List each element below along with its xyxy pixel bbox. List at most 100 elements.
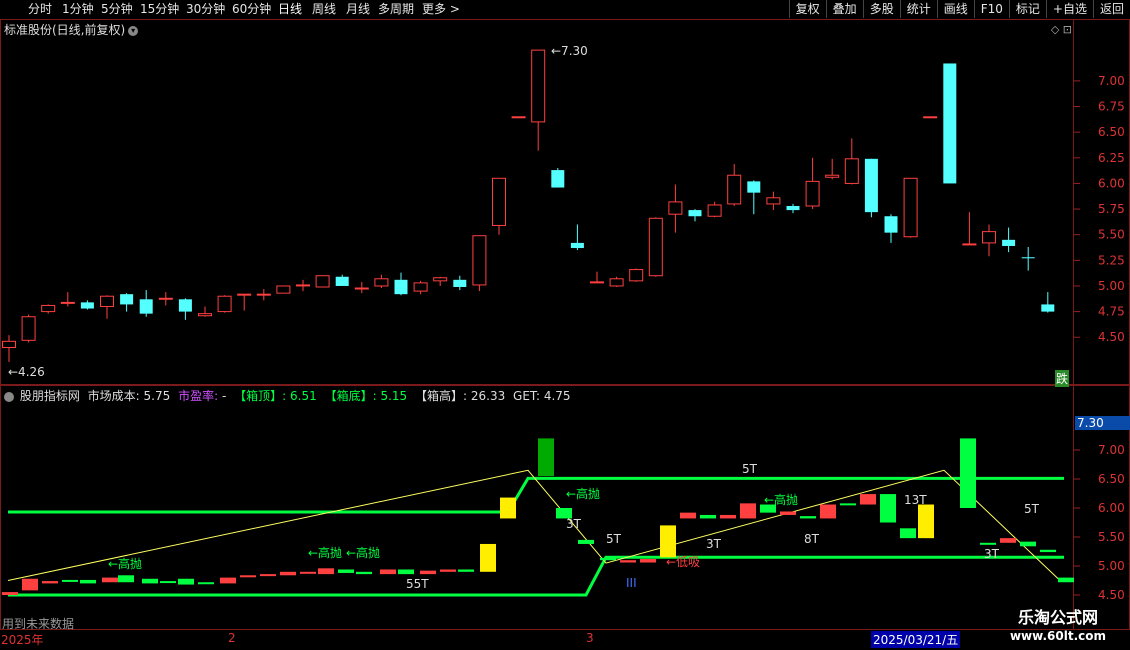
- price-axis-label: 5.50: [1098, 228, 1125, 242]
- candle-body: [629, 269, 644, 282]
- candle-body: [609, 278, 624, 287]
- current-price-box: 7.30: [1075, 416, 1130, 430]
- candle-body: [198, 313, 212, 317]
- candle-body: [570, 242, 584, 249]
- candle-body: [413, 282, 428, 292]
- candle-body: [805, 180, 820, 207]
- indicator-annotation: 5T: [1024, 502, 1040, 516]
- candle-body: [354, 287, 369, 290]
- candle-body: [453, 279, 467, 287]
- price-axis-label: 5.00: [1098, 279, 1125, 293]
- indicator-bar: [980, 542, 996, 545]
- indicator-bar: [1000, 538, 1016, 543]
- indicator-bar: [356, 571, 372, 575]
- candle-body: [923, 116, 938, 119]
- indicator-bar: [102, 577, 118, 583]
- indicator-bar: [280, 571, 296, 576]
- candle-body: [237, 293, 252, 296]
- indicator-bar: [142, 578, 158, 584]
- date-axis-label-feb: 2: [228, 631, 236, 645]
- indicator-axis-label: 5.50: [1098, 530, 1125, 544]
- candle-body: [120, 294, 134, 305]
- candle-body: [707, 204, 722, 217]
- indicator-bar: [620, 560, 636, 563]
- indicator-bar: [380, 569, 396, 575]
- candle-body: [727, 174, 742, 205]
- price-axis-label: 4.50: [1098, 330, 1125, 344]
- candle-body: [178, 299, 192, 312]
- indicator-bar: [178, 578, 194, 585]
- indicator-bar: [1040, 549, 1056, 553]
- indicator-bar: [338, 569, 354, 573]
- indicator-annotation: 55T: [406, 577, 429, 591]
- indicator-bar: [480, 543, 496, 572]
- candle-body: [688, 210, 702, 217]
- candle-body: [374, 278, 389, 287]
- market-cost-line: [7, 469, 1061, 581]
- candle-body: [296, 284, 310, 287]
- price-axis-label: 7.00: [1098, 74, 1125, 88]
- date-axis: [0, 630, 1130, 650]
- candle-body: [256, 293, 271, 296]
- indicator-bar: [1020, 541, 1036, 547]
- price-axis-label: 6.25: [1098, 151, 1125, 165]
- price-axis-label: 6.50: [1098, 125, 1125, 139]
- indicator-bar: [960, 438, 976, 508]
- indicator-bar: [740, 503, 756, 519]
- candle-body: [844, 158, 859, 184]
- candle-body: [943, 63, 957, 184]
- indicator-bar: [42, 581, 58, 584]
- low-price-marker: ←4.26: [8, 365, 45, 379]
- candle-body: [648, 217, 663, 277]
- indicator-annotation: ←高抛: [308, 545, 342, 560]
- candle-body: [158, 297, 173, 300]
- indicator-annotation: ←高抛: [566, 486, 600, 501]
- candle-body: [962, 243, 977, 246]
- indicator-bar: [780, 511, 796, 515]
- indicator-annotation: 3T: [706, 537, 722, 551]
- candle-body: [903, 177, 918, 238]
- indicator-annotation: 5T: [742, 462, 758, 476]
- candle-body: [21, 316, 36, 341]
- candle-body: [531, 49, 546, 123]
- candle-body: [668, 201, 683, 215]
- candle-body: [315, 275, 330, 288]
- indicator-bar: [660, 525, 676, 558]
- indicator-annotation: III: [626, 576, 637, 590]
- indicator-bar: [640, 559, 656, 563]
- indicator-annotation: ←低吸: [666, 555, 700, 569]
- candle-body: [100, 295, 114, 307]
- indicator-bar: [700, 514, 716, 519]
- price-axis-label: 5.25: [1098, 253, 1125, 267]
- candle-body: [394, 279, 408, 295]
- date-axis-label-year: 2025年: [1, 633, 44, 647]
- high-price-marker: ←7.30: [551, 44, 588, 58]
- indicator-bar: [578, 539, 594, 544]
- indicator-annotation: ←高抛: [346, 545, 380, 560]
- indicator-annotation: ←高抛: [108, 556, 142, 571]
- price-axis-label: 6.75: [1098, 100, 1125, 114]
- candle-body: [1021, 257, 1035, 259]
- date-axis-label-mar: 3: [586, 631, 594, 645]
- candle-body: [766, 197, 781, 205]
- candle-body: [590, 281, 604, 284]
- candle-body: [1041, 304, 1055, 312]
- indicator-axis-label: 5.00: [1098, 559, 1125, 573]
- price-axis-label: 4.75: [1098, 305, 1125, 319]
- candle-body: [472, 235, 487, 286]
- candle-body: [825, 174, 840, 178]
- indicator-bar: [2, 592, 18, 595]
- indicator-axis-label: 6.00: [1098, 501, 1125, 515]
- candle-body: [80, 302, 94, 309]
- indicator-chart: ←高抛 ←高抛 ←高抛 ←高抛 ←高抛 ←低吸 55T 3T 5T 3T 5T 8T 13T 5T 3T II…: [2, 438, 1125, 602]
- indicator-bar: [160, 581, 176, 584]
- indicator-bar: [538, 438, 554, 477]
- indicator-bar: [440, 569, 456, 572]
- indicator-bar: [860, 494, 876, 505]
- watermark-url: www.60lt.com: [1009, 629, 1106, 643]
- candle-body: [786, 205, 800, 211]
- indicator-bar: [80, 579, 96, 584]
- candle-body: [1002, 239, 1016, 246]
- price-axis-label: 6.00: [1098, 176, 1125, 190]
- indicator-bar: [260, 574, 276, 577]
